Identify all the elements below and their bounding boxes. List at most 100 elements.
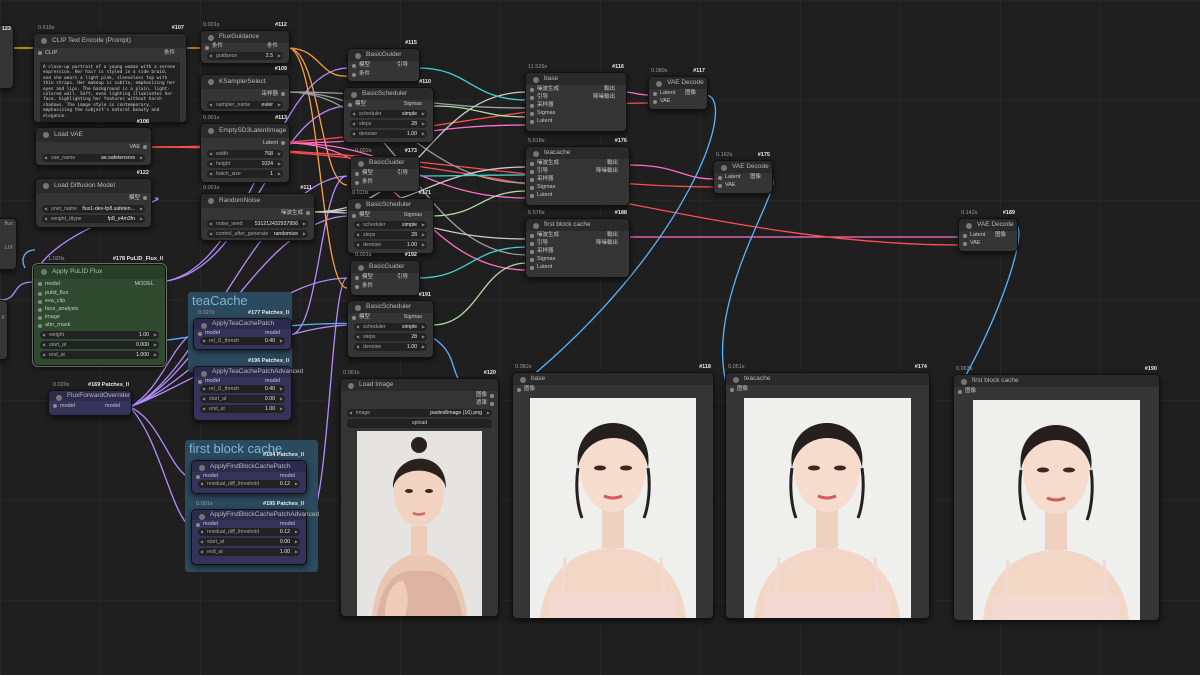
node-title[interactable]: base	[513, 373, 713, 385]
node-title[interactable]: Load VAE	[36, 128, 151, 142]
node-preview-first-block-cache[interactable]: 0.063s #190 first block cache 图像	[953, 366, 1160, 621]
input-conditioning[interactable]: 条件	[351, 178, 419, 187]
image-select[interactable]: imagepasted/image (16).png	[347, 409, 492, 417]
offscreen-node-bottom[interactable]: ll	[0, 300, 8, 360]
input-noise[interactable]: 噪波生成 輸出	[526, 231, 629, 239]
weight-dtype-select[interactable]: weight_dtypefp8_e4m3fn	[42, 215, 145, 223]
output-sampler[interactable]: 采样器	[201, 89, 289, 99]
input-guider[interactable]: 引导 降噪輸出	[526, 93, 626, 101]
height-input[interactable]: height1024	[207, 160, 283, 168]
node-title[interactable]: ApplyTeaCachePatchAdvanced	[194, 367, 303, 377]
input-model[interactable]: 模型 Sigmas	[344, 100, 433, 108]
rel-l1-thresh-slider[interactable]: rel_l1_thresh0.40	[200, 385, 285, 393]
input-latent[interactable]: Latent	[526, 117, 626, 125]
node-title[interactable]: first block cache	[526, 219, 629, 231]
input-face-analysis[interactable]: face_analysis	[34, 305, 165, 313]
input-model[interactable]: 模型 引导	[348, 61, 419, 70]
node-ksampler-select[interactable]: #109 KSamplerSelect 采样器 sampler_nameeule…	[200, 66, 290, 112]
weight-slider[interactable]: weight1.00	[40, 331, 159, 339]
input-model[interactable]: 模型 Sigmas	[348, 211, 433, 219]
node-title[interactable]: ApplyFirstBlockCachePatchAdvanced	[192, 510, 319, 520]
output-model[interactable]: 模型	[36, 193, 151, 203]
output[interactable]: 輸出	[607, 159, 618, 167]
offscreen-node-mid[interactable]: flux LIX	[0, 218, 17, 270]
input-sampler[interactable]: 采样器	[526, 175, 629, 183]
node-empty-sd3-latent-image[interactable]: 0.001s #113 EmptySD3LatentImage Latent w…	[200, 115, 290, 183]
output-vae[interactable]: VAE	[36, 142, 151, 152]
input-sampler[interactable]: 采样器	[526, 247, 629, 255]
steps-input[interactable]: steps28	[354, 231, 427, 239]
output-noise[interactable]: 噪波生成	[201, 208, 314, 218]
node-basic-scheduler-171[interactable]: 0.010s #171 BasicScheduler 模型 Sigmas sch…	[347, 190, 434, 254]
output-model[interactable]: model	[280, 472, 295, 480]
end-at-slider[interactable]: end_at1.000	[40, 351, 159, 359]
output-conditioning[interactable]: 条件	[267, 43, 278, 50]
input-image[interactable]: 图像	[954, 387, 1159, 395]
input-noise[interactable]: 噪波生成 輸出	[526, 85, 626, 93]
end-at-slider[interactable]: end_at1.00	[200, 405, 285, 413]
node-preview-base[interactable]: 0.082s #118 base 图像	[512, 364, 714, 619]
vae-name-select[interactable]: vae_nameae.safetensors	[42, 154, 145, 162]
input-guider[interactable]: 引导 降噪輸出	[526, 167, 629, 175]
input-conditioning[interactable]: 条件 条件	[201, 43, 289, 50]
node-sampler-base[interactable]: 11.526s #116 base 噪波生成 輸出 引导 降噪輸出 采样器 Si…	[525, 64, 627, 132]
node-apply-first-block-cache-patch-advanced[interactable]: 0.001s #195 Patches_ll ApplyFirstBlockCa…	[191, 501, 319, 565]
output-image[interactable]: 图像	[341, 391, 498, 399]
denoise-input[interactable]: denoise1.00	[350, 130, 427, 138]
node-apply-first-block-cache-patch[interactable]: #194 Patches_ll ApplyFirstBlockCachePatc…	[191, 452, 307, 494]
node-random-noise[interactable]: 0.001s #111 RandomNoise 噪波生成 noise_seed5…	[200, 185, 315, 241]
output-image[interactable]: 图像	[750, 173, 761, 181]
unet-name-select[interactable]: unet_nameflux1-dev-fp8.safeten...	[42, 205, 145, 213]
output-guider[interactable]: 引导	[397, 61, 408, 70]
input-model[interactable]: model model	[194, 377, 291, 385]
input-latent[interactable]: Latent	[526, 191, 629, 199]
input-latent[interactable]: Latent 图像	[714, 173, 772, 181]
steps-input[interactable]: steps28	[354, 333, 427, 341]
node-title[interactable]: teacache	[726, 373, 929, 385]
node-title[interactable]: BasicGuider	[351, 157, 419, 169]
output-mask[interactable]: 遮罩	[341, 399, 498, 407]
output-model[interactable]: model	[280, 520, 295, 528]
node-load-diffusion-model[interactable]: #122 Load Diffusion Model 模型 unet_namefl…	[35, 170, 152, 228]
node-title[interactable]: EmptySD3LatentImage	[201, 124, 289, 138]
output[interactable]: 輸出	[607, 231, 618, 239]
denoise-input[interactable]: denoise1.00	[354, 241, 427, 249]
output-guider[interactable]: 引导	[397, 169, 408, 178]
node-basic-guider-192[interactable]: 0.001s #192 BasicGuider 模型 引导 条件	[350, 252, 420, 296]
prompt-textarea[interactable]: A close-up portrait of a young woman wit…	[40, 62, 180, 123]
output-image[interactable]: 图像	[995, 231, 1006, 239]
node-title[interactable]: FluxGuidance	[201, 31, 289, 43]
node-sampler-first-block-cache[interactable]: 6.576s #188 first block cache 噪波生成 輸出 引导…	[525, 210, 630, 278]
input-model[interactable]: model MODEL	[34, 279, 165, 289]
node-load-vae[interactable]: #108 Load VAE VAE vae_nameae.safetensors	[35, 119, 152, 166]
node-vae-decode-175[interactable]: 0.162s #175 VAE Decode Latent 图像 VAE	[713, 152, 773, 194]
start-at-slider[interactable]: start_at0.000	[40, 341, 159, 349]
node-title[interactable]: CLIP Text Encode (Prompt)	[34, 34, 186, 48]
input-model[interactable]: 模型 Sigmas	[348, 313, 433, 321]
start-at-slider[interactable]: start_at0.00	[198, 538, 300, 546]
node-load-image[interactable]: 0.001s #120 Load Image 图像 遮罩 imagepasted…	[340, 370, 499, 617]
node-apply-teacache-patch-advanced[interactable]: #196 Patches_ll ApplyTeaCachePatchAdvanc…	[193, 358, 303, 421]
node-flux-guidance[interactable]: 0.001s #112 FluxGuidance 条件 条件 guidance2…	[200, 22, 290, 64]
node-basic-scheduler-191[interactable]: #191 BasicScheduler 模型 Sigmas schedulers…	[347, 292, 434, 358]
node-title[interactable]: BasicScheduler	[348, 199, 433, 211]
node-apply-teacache-patch[interactable]: 0.027s #177 Patches_ll ApplyTeaCachePatc…	[193, 310, 292, 350]
node-title[interactable]: Load Image	[341, 379, 498, 391]
node-basic-guider-173[interactable]: 0.002s #173 BasicGuider 模型 引导 条件	[350, 148, 420, 192]
input-model[interactable]: model model	[192, 520, 306, 528]
input-latent[interactable]: Latent 图像	[959, 231, 1017, 239]
node-title[interactable]: FluxForwardOverrider	[49, 391, 131, 401]
output-sigmas[interactable]: Sigmas	[404, 211, 422, 219]
upload-button[interactable]: upload	[347, 419, 492, 428]
input-image[interactable]: image	[34, 313, 165, 321]
input-guider[interactable]: 引导 降噪輸出	[526, 239, 629, 247]
input-clip[interactable]: CLIP 条件	[34, 48, 186, 58]
output-denoised[interactable]: 降噪輸出	[596, 239, 618, 247]
node-title[interactable]: VAE Decode	[714, 161, 772, 173]
start-at-slider[interactable]: start_at0.00	[200, 395, 285, 403]
input-attn-mask[interactable]: attn_mask	[34, 321, 165, 329]
output-model[interactable]: model	[265, 329, 280, 337]
input-model[interactable]: model model	[192, 472, 306, 480]
input-sigmas[interactable]: Sigmas	[526, 255, 629, 263]
input-conditioning[interactable]: 条件	[348, 70, 419, 79]
